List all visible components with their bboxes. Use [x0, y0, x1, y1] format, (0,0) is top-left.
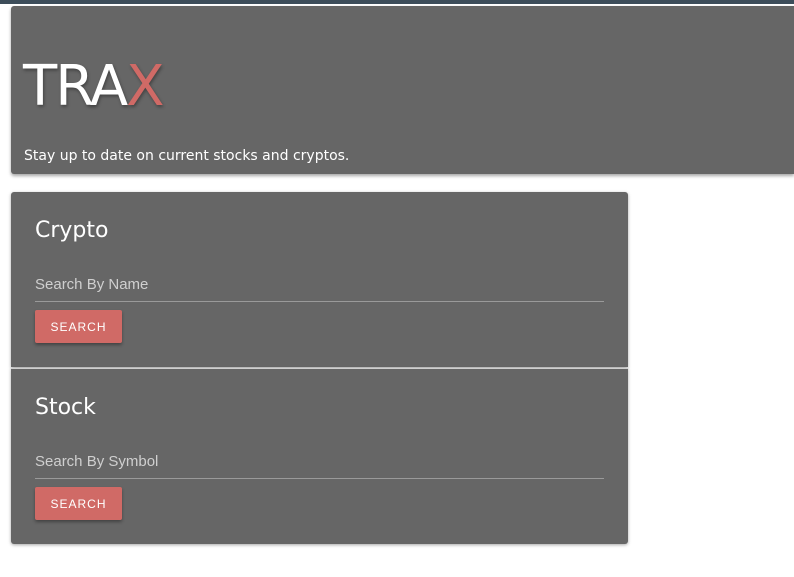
top-border: [0, 0, 794, 4]
stock-search-input[interactable]: [35, 447, 604, 475]
brand-logo: TRAX: [23, 54, 165, 120]
crypto-search-input[interactable]: [35, 270, 604, 298]
stock-search-card: Stock SEARCH: [11, 368, 628, 544]
stock-title: Stock: [35, 395, 96, 420]
brand-accent-text: X: [126, 54, 164, 119]
stock-search-field: [35, 447, 604, 479]
crypto-search-card: Crypto SEARCH: [11, 192, 628, 367]
brand-main-text: TRA: [23, 54, 128, 119]
crypto-search-button[interactable]: SEARCH: [35, 310, 122, 343]
header-banner: TRAX Stay up to date on current stocks a…: [11, 6, 794, 174]
tagline: Stay up to date on current stocks and cr…: [24, 148, 350, 164]
crypto-title: Crypto: [35, 218, 109, 243]
stock-search-button[interactable]: SEARCH: [35, 487, 122, 520]
crypto-search-field: [35, 270, 604, 302]
